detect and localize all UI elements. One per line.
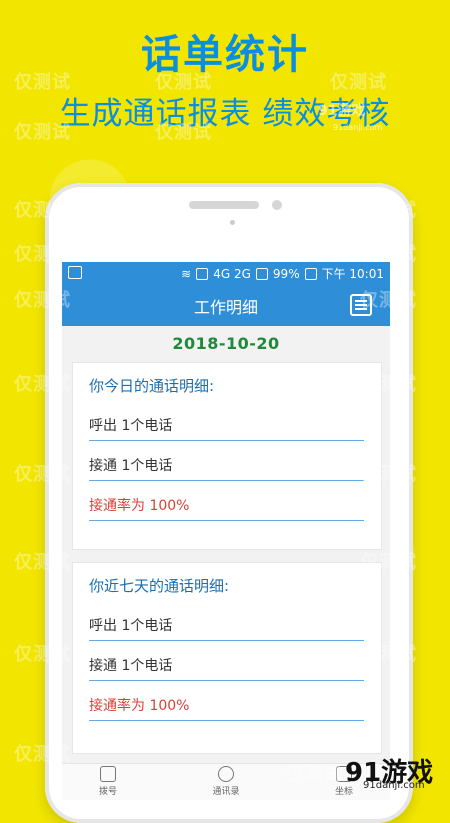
wifi-icon: ≋ bbox=[181, 266, 192, 281]
today-outgoing: 呼出 1个电话 bbox=[89, 418, 173, 434]
today-rate-row: 接通率为 100% bbox=[89, 487, 364, 521]
week-title: 你近七天的通话明细: bbox=[89, 577, 230, 595]
signal-icon bbox=[255, 267, 268, 280]
today-outgoing-row: 呼出 1个电话 bbox=[89, 407, 364, 441]
sim-icon bbox=[196, 267, 209, 280]
divider bbox=[89, 640, 364, 641]
battery-text: 99% bbox=[272, 266, 300, 281]
network-signal: 4G 2G bbox=[213, 266, 251, 281]
week-outgoing: 呼出 1个电话 bbox=[89, 618, 173, 634]
phone-speaker bbox=[189, 201, 259, 209]
phone-camera bbox=[272, 200, 282, 210]
watermark-badge: 91游戏 bbox=[318, 103, 366, 119]
week-rate-row: 接通率为 100% bbox=[89, 687, 364, 721]
status-bar: ≋ 4G 2G 99% 下午 10:01 bbox=[62, 262, 390, 284]
divider bbox=[89, 440, 364, 441]
top-toolbar: 工作明细 bbox=[62, 284, 390, 326]
calendar-icon[interactable] bbox=[350, 294, 372, 316]
today-connected: 接通 1个电话 bbox=[89, 458, 173, 474]
week-connected-row: 接通 1个电话 bbox=[89, 647, 364, 681]
phone-screen: ≋ 4G 2G 99% 下午 10:01 工作明细 2018-10-20 你今日… bbox=[62, 262, 390, 800]
image-icon bbox=[68, 266, 82, 279]
battery-icon bbox=[304, 267, 317, 280]
phone-sensor bbox=[230, 220, 235, 225]
today-rate: 接通率为 100% bbox=[89, 498, 190, 514]
divider bbox=[89, 480, 364, 481]
week-outgoing-row: 呼出 1个电话 bbox=[89, 607, 364, 641]
brand-logo: 91游戏 91danji.com bbox=[345, 752, 450, 792]
contacts-icon bbox=[218, 766, 234, 782]
divider bbox=[89, 720, 364, 721]
date-label: 2018-10-20 bbox=[172, 334, 280, 353]
today-card: 你今日的通话明细: 呼出 1个电话 接通 1个电话 接通率为 100% bbox=[72, 362, 382, 550]
today-connected-row: 接通 1个电话 bbox=[89, 447, 364, 481]
nav-label: 拨号 bbox=[98, 787, 117, 797]
divider bbox=[89, 680, 364, 681]
bottom-nav: 拨号 通讯录 坐标 bbox=[62, 763, 390, 800]
nav-dialpad[interactable]: 拨号 bbox=[68, 766, 148, 797]
nav-label: 通讯录 bbox=[212, 787, 240, 797]
page-title: 工作明细 bbox=[193, 298, 258, 317]
nav-contacts[interactable]: 通讯录 bbox=[186, 766, 266, 797]
brand-logo-url: 91danji.com bbox=[363, 780, 425, 791]
divider bbox=[89, 520, 364, 521]
status-right: ≋ 4G 2G 99% 下午 10:01 bbox=[181, 265, 384, 282]
time-text: 下午 10:01 bbox=[321, 267, 384, 281]
banner-title: 话单统计 bbox=[141, 32, 309, 78]
watermark-badge-url: 91danji.com bbox=[333, 123, 383, 132]
dialpad-icon bbox=[100, 766, 116, 782]
week-rate: 接通率为 100% bbox=[89, 698, 190, 714]
today-title: 你今日的通话明细: bbox=[89, 377, 215, 395]
week-card: 你近七天的通话明细: 呼出 1个电话 接通 1个电话 接通率为 100% bbox=[72, 562, 382, 754]
week-connected: 接通 1个电话 bbox=[89, 658, 173, 674]
